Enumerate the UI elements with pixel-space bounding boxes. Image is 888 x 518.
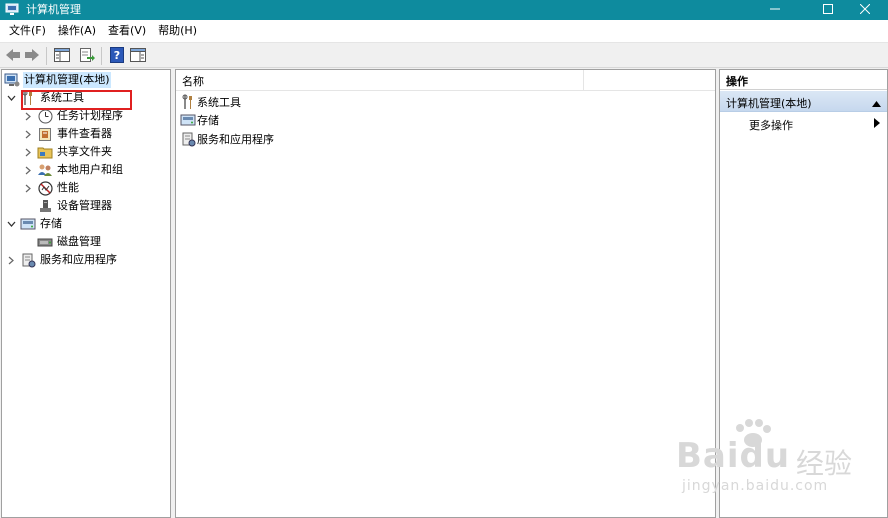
back-button[interactable] (4, 47, 22, 65)
tree-item-label: 性能 (57, 181, 79, 194)
tree-item-storage[interactable]: 存储 (6, 215, 63, 233)
console-tree-pane: 计算机管理(本地) 系统工具 任务计划程序 事件查看器 共享文件夹 本地用户和组… (1, 69, 171, 518)
shared-folder-icon (37, 144, 53, 160)
clock-icon (37, 108, 53, 124)
tree-item-disk-management[interactable]: 磁盘管理 (37, 233, 102, 251)
services-applications-icon (20, 252, 36, 268)
menu-bar: 文件(F) 操作(A) 查看(V) 帮助(H) (0, 20, 888, 42)
menu-view[interactable]: 查看(V) (103, 20, 151, 42)
tree-item-computer-management[interactable]: 计算机管理(本地) (4, 71, 111, 89)
system-tools-icon (20, 90, 36, 106)
export-list-button[interactable] (78, 47, 96, 65)
chevron-down-icon[interactable] (6, 219, 16, 229)
tree-item-label: 计算机管理(本地) (23, 72, 111, 88)
close-icon (859, 3, 871, 17)
collapse-up-icon[interactable] (872, 97, 881, 110)
event-viewer-icon (37, 126, 53, 142)
storage-icon (20, 216, 36, 232)
tree-item-system-tools[interactable]: 系统工具 (6, 89, 85, 107)
minimize-icon (770, 4, 780, 17)
column-header-bar: 名称 (176, 70, 715, 91)
more-actions-label: 更多操作 (749, 119, 793, 132)
window-title: 计算机管理 (26, 3, 81, 16)
device-manager-icon (37, 198, 53, 214)
back-arrow-icon (5, 48, 21, 65)
toolbar-separator (101, 47, 102, 65)
disk-management-icon (37, 234, 53, 250)
menu-file[interactable]: 文件(F) (4, 20, 51, 42)
list-item-label: 服务和应用程序 (197, 133, 274, 146)
show-hide-console-tree-button[interactable] (53, 47, 71, 65)
actions-header: 操作 (720, 70, 887, 90)
computer-management-icon (5, 3, 19, 16)
tree-item-label: 任务计划程序 (57, 109, 123, 122)
tree-item-event-viewer[interactable]: 事件查看器 (23, 125, 113, 143)
chevron-right-icon[interactable] (23, 129, 33, 139)
chevron-down-icon[interactable] (6, 93, 16, 103)
minimize-button[interactable] (752, 0, 798, 20)
list-item-label: 存储 (197, 114, 219, 127)
tree-item-label: 磁盘管理 (57, 235, 101, 248)
chevron-right-icon[interactable] (23, 147, 33, 157)
submenu-arrow-icon (874, 118, 880, 131)
chevron-right-icon[interactable] (23, 111, 33, 121)
performance-icon (37, 180, 53, 196)
system-tools-icon (180, 94, 196, 110)
tree-item-services-applications[interactable]: 服务和应用程序 (6, 251, 118, 269)
list-item[interactable]: 系统工具 (180, 93, 241, 111)
column-divider[interactable] (583, 70, 584, 90)
menu-action[interactable]: 操作(A) (53, 20, 101, 42)
services-applications-icon (180, 131, 196, 147)
chevron-right-icon[interactable] (23, 165, 33, 175)
forward-button[interactable] (23, 47, 41, 65)
toolbar-separator (46, 47, 47, 65)
tree-item-label: 设备管理器 (57, 199, 112, 212)
actions-section-label: 计算机管理(本地) (726, 97, 812, 110)
tree-item-performance[interactable]: 性能 (23, 179, 80, 197)
users-group-icon (37, 162, 53, 178)
actions-section-computer-management[interactable]: 计算机管理(本地) (720, 91, 887, 112)
show-hide-action-pane-button[interactable] (129, 47, 147, 65)
results-pane: 名称 系统工具 存储 服务和应用程序 (175, 69, 716, 518)
chevron-right-icon[interactable] (6, 255, 16, 265)
list-item-label: 系统工具 (197, 96, 241, 109)
menu-help[interactable]: 帮助(H) (153, 20, 202, 42)
title-bar: 计算机管理 (0, 0, 888, 20)
tree-item-label: 本地用户和组 (57, 163, 123, 176)
tree-item-label: 共享文件夹 (57, 145, 112, 158)
column-header-name[interactable]: 名称 (182, 73, 204, 89)
tree-item-label: 服务和应用程序 (40, 253, 117, 266)
storage-icon (180, 112, 196, 128)
close-button[interactable] (842, 0, 888, 20)
svg-text:?: ? (114, 49, 120, 62)
forward-arrow-icon (24, 48, 40, 65)
show-hide-action-pane-icon (130, 47, 146, 65)
toolbar: ? (0, 42, 888, 68)
show-hide-console-tree-icon (54, 47, 70, 65)
tree-item-shared-folders[interactable]: 共享文件夹 (23, 143, 113, 161)
tree-item-device-manager[interactable]: 设备管理器 (37, 197, 113, 215)
tree-item-local-users-groups[interactable]: 本地用户和组 (23, 161, 124, 179)
help-icon: ? (110, 46, 124, 66)
maximize-icon (823, 3, 833, 17)
tree-item-label: 事件查看器 (57, 127, 112, 140)
computer-management-icon (4, 72, 20, 88)
tree-item-label: 存储 (40, 217, 62, 230)
export-list-icon (79, 47, 95, 66)
actions-pane: 操作 计算机管理(本地) 更多操作 (719, 69, 888, 518)
tree-item-task-scheduler[interactable]: 任务计划程序 (23, 107, 124, 125)
list-item[interactable]: 存储 (180, 111, 219, 129)
help-button[interactable]: ? (108, 46, 126, 66)
chevron-right-icon[interactable] (23, 183, 33, 193)
list-item[interactable]: 服务和应用程序 (180, 130, 274, 148)
actions-title: 操作 (726, 75, 748, 88)
tree-item-label: 系统工具 (40, 91, 84, 104)
more-actions-item[interactable]: 更多操作 (720, 113, 887, 133)
